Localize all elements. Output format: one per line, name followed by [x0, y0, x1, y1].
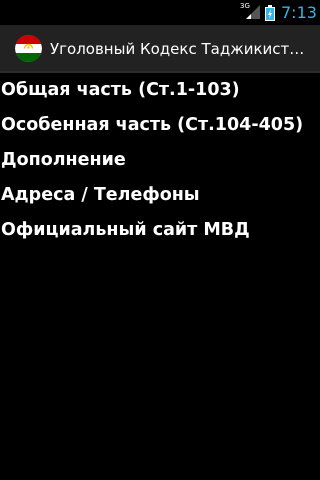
clock: 7:13 [281, 3, 317, 22]
menu-item-special-part[interactable]: Особенная часть (Ст.104-405) [0, 108, 320, 143]
battery-charging-icon [265, 5, 275, 21]
menu-item-official-site[interactable]: Официальный сайт МВД [0, 213, 320, 248]
menu-item-addresses-phones[interactable]: Адреса / Телефоны [0, 178, 320, 213]
tajikistan-flag-icon[interactable] [15, 35, 42, 62]
signal-icon [246, 5, 260, 19]
menu-item-addendum[interactable]: Дополнение [0, 143, 320, 178]
app-title: Уголовный Кодекс Таджикистана [50, 40, 312, 58]
status-bar: 3G 7:13 [0, 0, 320, 25]
menu-list: Общая часть (Ст.1-103) Особенная часть (… [0, 73, 320, 248]
menu-item-general-part[interactable]: Общая часть (Ст.1-103) [0, 73, 320, 108]
